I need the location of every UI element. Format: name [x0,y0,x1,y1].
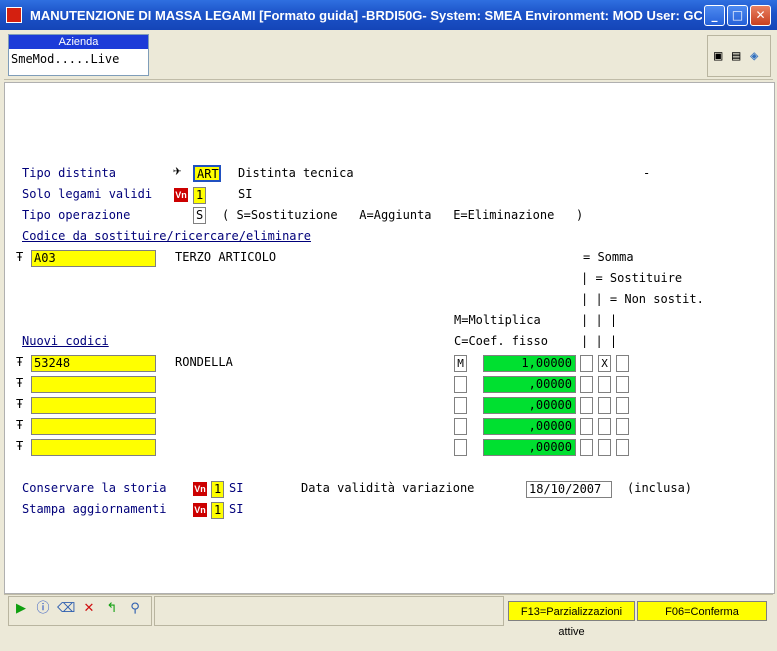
nuovo-codice-input[interactable] [31,418,156,435]
mc-field[interactable] [454,376,467,393]
sostituire-check[interactable] [598,439,611,456]
f06-button[interactable]: F06=Conferma [637,601,767,621]
pin-icon[interactable]: Ŧ [16,250,23,264]
codice-input[interactable]: A03 [31,250,156,267]
close-button[interactable]: ✕ [750,5,771,26]
pin-icon[interactable]: Ŧ [16,418,23,432]
sostituire-check[interactable] [598,397,611,414]
coef-input[interactable]: ,00000 [483,376,576,393]
vn-icon[interactable]: Vn [193,482,207,496]
mc-field[interactable] [454,418,467,435]
codice-header: Codice da sostituire/ricercare/eliminare [22,229,311,243]
eraser-icon[interactable]: ⌫ [57,599,75,619]
legend-bars: | | | [581,334,618,348]
mc-field[interactable] [454,439,467,456]
stampa-desc: SI [229,502,244,516]
somma-check[interactable] [580,439,593,456]
tipo-operazione-input[interactable]: S [193,207,206,224]
coef-input[interactable]: 1,00000 [483,355,576,372]
legend-coef: C=Coef. fisso [454,334,548,348]
azienda-box: Azienda SmeMod.....Live [8,34,149,76]
conservare-input[interactable]: 1 [211,481,224,498]
solo-legami-desc: SI [238,187,253,201]
minimize-button[interactable]: _ [704,5,725,26]
non-sostit-check[interactable] [616,418,629,435]
play-icon[interactable]: ▶ [12,599,30,619]
coef-input[interactable]: ,00000 [483,397,576,414]
f13-button[interactable]: F13=Parzializzazioni attive [508,601,635,638]
stampa-input[interactable]: 1 [211,502,224,519]
legend-sostituire: | = Sostituire [581,271,683,285]
vn-icon[interactable]: Vn [193,503,207,517]
coef-input[interactable]: ,00000 [483,439,576,456]
nuovo-codice-desc: RONDELLA [175,355,233,369]
somma-check[interactable] [580,397,593,414]
search-icon[interactable]: ⚲ [126,599,144,619]
non-sostit-check[interactable] [616,439,629,456]
legend-bars: | | | [581,313,618,327]
right-toolbar: ▣ ▤ ◈ [707,35,771,77]
palette-icon[interactable]: ▣ [714,48,722,64]
nuovi-codici-header: Nuovi codici [22,334,109,348]
non-sostit-check[interactable] [616,355,629,372]
mc-field[interactable]: M [454,355,467,372]
main-form [4,82,775,594]
pin-icon[interactable]: Ŧ [16,439,23,453]
non-sostit-check[interactable] [616,376,629,393]
pin-icon[interactable]: Ŧ [16,376,23,390]
codice-desc: TERZO ARTICOLO [175,250,277,264]
pin-icon[interactable]: Ŧ [16,397,23,411]
cancel-icon[interactable]: ✕ [80,599,98,619]
vn-icon[interactable]: Vn [174,188,188,202]
sostituire-check[interactable] [598,376,611,393]
back-arrow-icon[interactable]: ↰ [103,599,121,619]
pin-icon[interactable]: Ŧ [16,355,23,369]
mc-field[interactable] [454,397,467,414]
data-validita-suffix: (inclusa) [627,481,693,495]
app-icon [6,7,22,23]
nuovo-codice-input[interactable] [31,397,156,414]
azienda-value: SmeMod.....Live [11,52,120,66]
title-bar: MANUTENZIONE DI MASSA LEGAMI [Formato gu… [0,0,777,30]
nuovo-codice-input[interactable]: 53248 [31,355,156,372]
somma-check[interactable] [580,376,593,393]
maximize-button[interactable]: □ [727,5,748,26]
status-area [154,596,504,626]
stampa-label: Stampa aggiornamenti [22,502,167,516]
tipo-operazione-options: ( S=Sostituzione A=Aggiunta E=Eliminazio… [222,208,584,222]
data-validita-label: Data validità variazione [301,481,475,495]
window-title: MANUTENZIONE DI MASSA LEGAMI [Formato gu… [30,8,702,23]
somma-check[interactable] [580,418,593,435]
non-sostit-check[interactable] [616,397,629,414]
info-icon[interactable]: ⓘ [34,599,52,619]
cube-icon[interactable]: ◈ [750,48,758,64]
somma-check[interactable] [580,355,593,372]
document-icon[interactable]: ▤ [732,48,740,64]
conservare-label: Conservare la storia [22,481,167,495]
tipo-distinta-label: Tipo distinta [22,166,116,180]
data-validita-input[interactable]: 18/10/2007 [526,481,612,498]
tipo-distinta-dash: - [643,166,651,180]
tipo-operazione-label: Tipo operazione [22,208,131,222]
sostituire-check[interactable] [598,418,611,435]
conservare-desc: SI [229,481,244,495]
legend-moltiplica: M=Moltiplica [454,313,541,327]
solo-legami-label: Solo legami validi [22,187,153,201]
coef-input[interactable]: ,00000 [483,418,576,435]
tipo-distinta-desc: Distinta tecnica [238,166,354,180]
nuovo-codice-input[interactable] [31,439,156,456]
solo-legami-input[interactable]: 1 [193,187,206,204]
tipo-distinta-input[interactable]: ART [193,165,221,182]
azienda-header: Azienda [9,35,148,49]
pin-icon[interactable]: ✈ [173,163,181,179]
legend-somma: = Somma [583,250,634,264]
legend-non-sostit: | | = Non sostit. [581,292,704,306]
nuovo-codice-input[interactable] [31,376,156,393]
sostituire-check[interactable]: X [598,355,611,372]
